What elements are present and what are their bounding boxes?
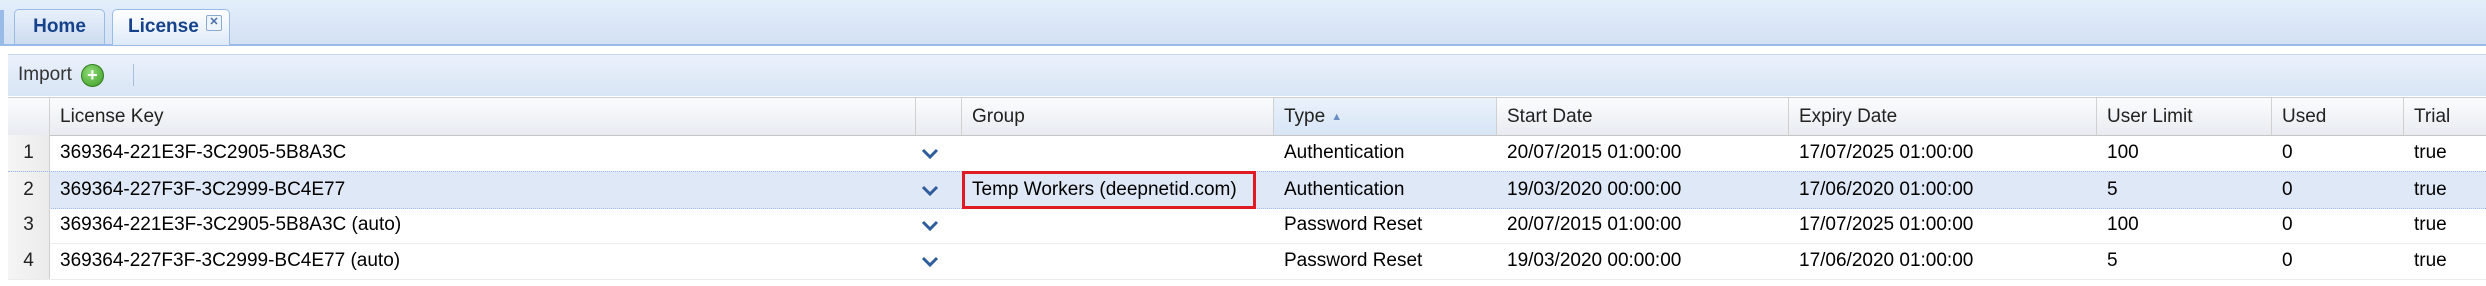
close-icon[interactable]: ✕: [206, 15, 222, 31]
header-rownumber: [8, 98, 50, 135]
cell-user-limit: 100: [2107, 142, 2139, 163]
table-row[interactable]: 4 369364-227F3F-3C2999-BC4E77 (auto) Pas…: [8, 243, 2486, 280]
add-icon: +: [80, 63, 104, 87]
cell-expiry-date: 17/07/2025 01:00:00: [1799, 214, 1974, 235]
cell-group: [962, 207, 972, 243]
cell-used: 0: [2282, 142, 2293, 163]
header-trial[interactable]: Trial: [2404, 98, 2486, 135]
import-label: Import: [18, 64, 72, 85]
cell-group: [962, 135, 972, 171]
header-type[interactable]: Type ▲: [1274, 98, 1497, 135]
import-button[interactable]: Import +: [18, 61, 104, 89]
tab-license[interactable]: License ✕: [112, 9, 230, 45]
cell-trial: true: [2414, 179, 2447, 200]
cell-used: 0: [2282, 250, 2293, 271]
header-license-key[interactable]: License Key: [50, 98, 916, 135]
row-number: 4: [8, 243, 50, 279]
cell-trial: true: [2414, 250, 2447, 271]
cell-group: [962, 243, 972, 279]
header-type-label: Type: [1284, 106, 1326, 127]
tab-strip: Home License ✕: [0, 0, 2486, 46]
tab-home[interactable]: Home: [14, 9, 105, 44]
cell-start-date: 20/07/2015 01:00:00: [1507, 142, 1682, 163]
chevron-down-icon[interactable]: [918, 215, 942, 237]
cell-start-date: 19/03/2020 00:00:00: [1507, 179, 1682, 200]
header-group[interactable]: Group: [962, 98, 1274, 135]
table-row[interactable]: 3 369364-221E3F-3C2905-5B8A3C (auto) Pas…: [8, 207, 2486, 244]
cell-expiry-date: 17/06/2020 01:00:00: [1799, 250, 1974, 271]
cell-user-limit: 100: [2107, 214, 2139, 235]
header-expander: [916, 98, 962, 135]
tab-license-label: License: [128, 16, 199, 37]
cell-start-date: 20/07/2015 01:00:00: [1507, 214, 1682, 235]
cell-used: 0: [2282, 179, 2293, 200]
cell-used: 0: [2282, 214, 2293, 235]
header-expiry-date[interactable]: Expiry Date: [1789, 98, 2097, 135]
chevron-down-icon[interactable]: [918, 143, 942, 165]
header-start-date[interactable]: Start Date: [1497, 98, 1789, 135]
cell-license-key: 369364-227F3F-3C2999-BC4E77: [60, 179, 346, 200]
cell-trial: true: [2414, 142, 2447, 163]
sort-ascending-icon: ▲: [1331, 111, 1343, 123]
cell-user-limit: 5: [2107, 250, 2118, 271]
license-grid: License Key Group Type ▲ Start Date Expir…: [8, 97, 2486, 286]
header-used[interactable]: Used: [2272, 98, 2404, 135]
row-number: 3: [8, 207, 50, 243]
row-number: 1: [8, 135, 50, 171]
tab-strip-edge: [0, 10, 4, 44]
cell-trial: true: [2414, 214, 2447, 235]
row-number: 2: [8, 172, 50, 208]
grid-header: License Key Group Type ▲ Start Date Expir…: [8, 97, 2486, 136]
toolbar: Import +: [8, 54, 2486, 96]
cell-license-key: 369364-221E3F-3C2905-5B8A3C: [60, 142, 347, 163]
chevron-down-icon[interactable]: [918, 251, 942, 273]
cell-type: Password Reset: [1284, 214, 1423, 235]
cell-type: Authentication: [1284, 142, 1405, 163]
table-row[interactable]: 1 369364-221E3F-3C2905-5B8A3C Authentica…: [8, 135, 2486, 172]
cell-expiry-date: 17/07/2025 01:00:00: [1799, 142, 1974, 163]
cell-user-limit: 5: [2107, 179, 2118, 200]
cell-start-date: 19/03/2020 00:00:00: [1507, 250, 1682, 271]
cell-type: Password Reset: [1284, 250, 1423, 271]
toolbar-separator: [133, 64, 134, 86]
cell-group[interactable]: Temp Workers (deepnetid.com): [962, 172, 1237, 208]
cell-license-key: 369364-227F3F-3C2999-BC4E77 (auto): [60, 250, 401, 271]
chevron-down-icon[interactable]: [918, 180, 942, 202]
cell-type: Authentication: [1284, 179, 1405, 200]
table-row-selected[interactable]: 2 369364-227F3F-3C2999-BC4E77 Temp Worke…: [8, 171, 2486, 209]
header-user-limit[interactable]: User Limit: [2097, 98, 2272, 135]
cell-expiry-date: 17/06/2020 01:00:00: [1799, 179, 1974, 200]
cell-license-key: 369364-221E3F-3C2905-5B8A3C (auto): [60, 214, 402, 235]
